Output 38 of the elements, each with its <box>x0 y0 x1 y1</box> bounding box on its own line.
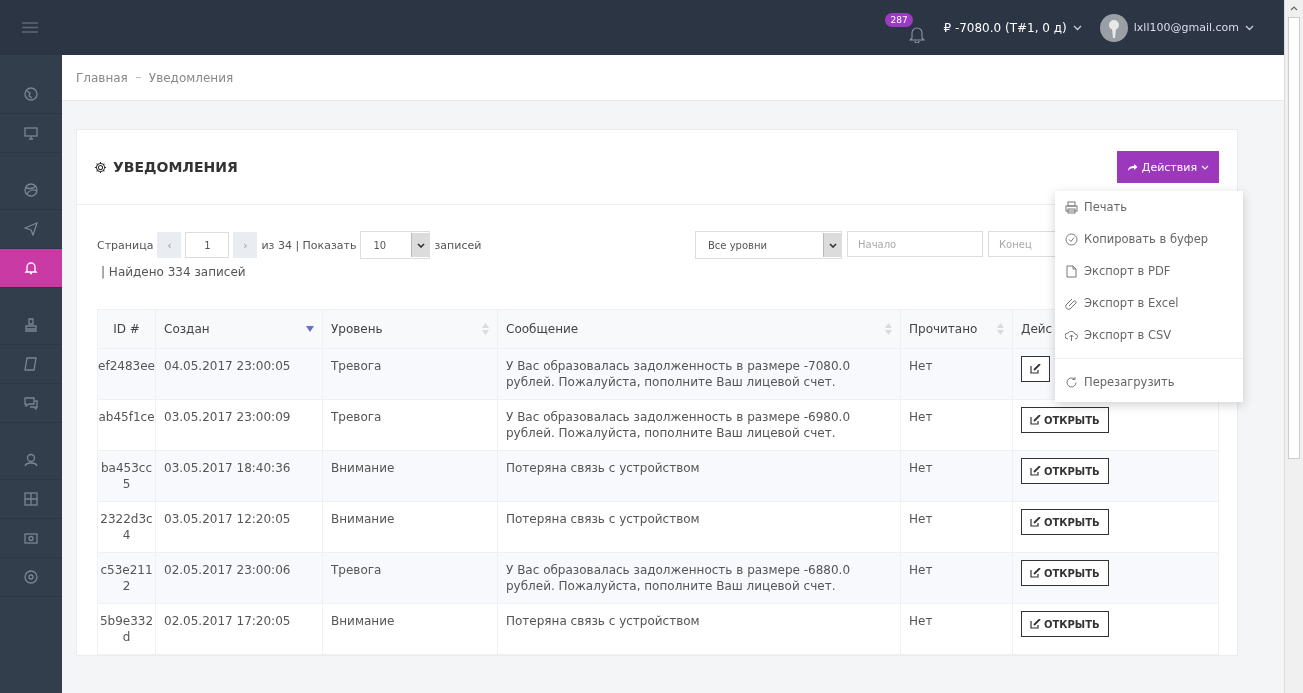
table-cell: Тревога <box>322 399 498 451</box>
table-cell: 02.05.2017 23:00:06 <box>155 552 323 604</box>
card-title: УВЕДОМЛЕНИЯ <box>113 159 238 175</box>
table-cell: Нет <box>900 348 1013 400</box>
table-cell: Внимание <box>322 450 498 502</box>
table-cell: 2322d3c4 <box>97 501 156 553</box>
table-cell: Тревога <box>322 348 498 400</box>
table-cell: Нет <box>900 399 1013 451</box>
table-cell: Нет <box>900 450 1013 502</box>
table-cell: У Вас образовалась задолженность в размере -6980.0 рублей. Пожалуйста, пополните Ваш лицевой счет. <box>497 399 901 451</box>
records-found-text: | Найдено 334 записей <box>100 265 247 279</box>
table-cell: Нет <box>900 603 1013 655</box>
table-cell: 03.05.2017 18:40:36 <box>155 450 323 502</box>
table-cell: Потеряна связь с устройством <box>497 603 901 655</box>
table-cell: 04.05.2017 23:00:05 <box>155 348 323 400</box>
notification-count: 287 <box>885 12 913 27</box>
table-cell: ab45f1ce <box>97 399 156 451</box>
page-count-label: из 34 | Показать <box>261 238 357 252</box>
table-cell: 5b9e332d <box>97 603 156 655</box>
table-cell: Потеряна связь с устройством <box>497 450 901 502</box>
column-header: Дейс <box>1021 322 1053 336</box>
table-cell: 02.05.2017 17:20:05 <box>155 603 323 655</box>
table-cell: Внимание <box>322 603 498 655</box>
table-cell: 03.05.2017 12:20:05 <box>155 501 323 553</box>
page-label: Страница <box>97 238 154 252</box>
table-cell: Внимание <box>322 501 498 553</box>
table-cell: У Вас образовалась задолженность в размере -6880.0 рублей. Пожалуйста, пополните Ваш лицевой счет. <box>497 552 901 604</box>
table-cell: c53e2112 <box>97 552 156 604</box>
table-cell: Нет <box>900 501 1013 553</box>
table-cell: Потеряна связь с устройством <box>497 501 901 553</box>
table-cell: У Вас образовалась задолженность в размере -7080.0 рублей. Пожалуйста, пополните Ваш лицевой счет. <box>497 348 901 400</box>
column-header: ID # <box>113 322 140 336</box>
table-cell: ba453cc5 <box>97 450 156 502</box>
records-label: записей <box>434 238 482 252</box>
table-cell: ef2483ee <box>97 348 156 400</box>
table-cell: Нет <box>900 552 1013 604</box>
table-cell: Тревога <box>322 552 498 604</box>
table-cell: 03.05.2017 23:00:09 <box>155 399 323 451</box>
